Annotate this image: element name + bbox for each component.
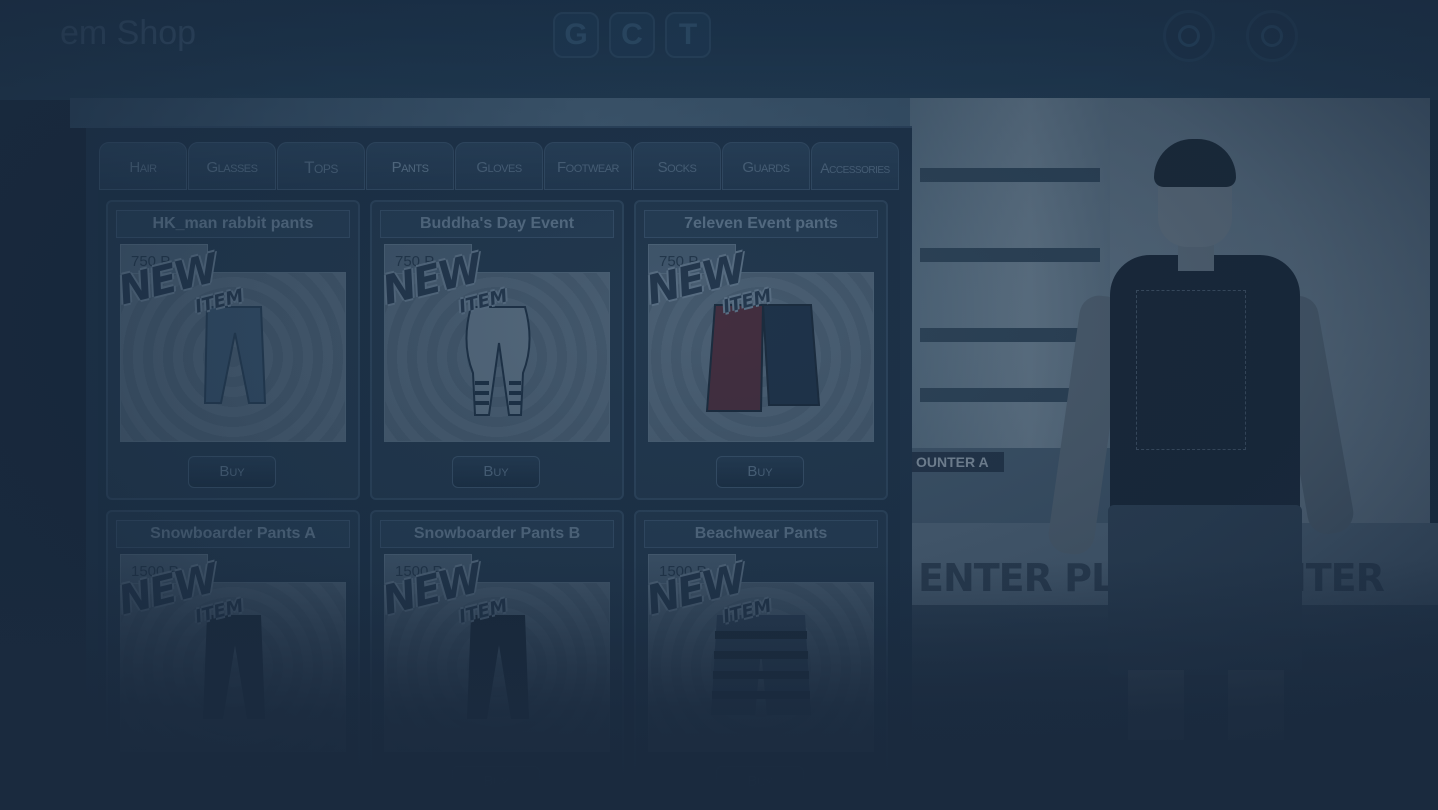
item-name: Snowboarder Pants B — [380, 520, 614, 548]
character-leg-right — [1228, 670, 1284, 740]
item-card[interactable]: HK_man rabbit pants 750 P NEW ITEM Buy — [106, 200, 360, 500]
buy-button[interactable]: Buy — [716, 766, 804, 798]
tab-accessories[interactable]: Accessories — [811, 142, 899, 190]
shirt-print — [1136, 290, 1246, 450]
page-title: em Shop — [60, 14, 197, 52]
tab-guards[interactable]: Guards — [722, 142, 810, 190]
buy-button[interactable]: Buy — [188, 766, 276, 798]
item-name: 7eleven Event pants — [644, 210, 878, 238]
tab-tops[interactable]: Tops — [277, 142, 365, 190]
character-shorts — [1108, 505, 1302, 675]
mode-button-g[interactable]: G — [553, 12, 599, 58]
buy-button[interactable]: Buy — [452, 456, 540, 488]
item-card[interactable]: Buddha's Day Event 750 P NEW ITEM Buy — [370, 200, 624, 500]
item-name: HK_man rabbit pants — [116, 210, 350, 238]
tab-socks[interactable]: Socks — [633, 142, 721, 190]
tab-pants[interactable]: Pants — [366, 142, 454, 190]
item-name: Snowboarder Pants A — [116, 520, 350, 548]
tab-gloves[interactable]: Gloves — [455, 142, 543, 190]
mode-button-c[interactable]: C — [609, 12, 655, 58]
game-screen: OUNTER A ENTER PLAY ENTER PLAY em Shop G… — [0, 0, 1438, 810]
tab-hair[interactable]: Hair — [99, 142, 187, 190]
character-leg-left — [1128, 670, 1184, 740]
buy-button[interactable]: Buy — [188, 456, 276, 488]
item-card[interactable]: 7eleven Event pants 750 P NEW ITEM Buy — [634, 200, 888, 500]
tab-footwear[interactable]: Footwear — [544, 142, 632, 190]
divider — [80, 66, 1360, 70]
buy-button[interactable]: Buy — [716, 456, 804, 488]
character-hair — [1154, 139, 1236, 187]
settings-icon[interactable] — [1246, 10, 1298, 62]
store-sign: OUNTER A — [912, 452, 1004, 472]
item-card[interactable]: Beachwear Pants 1500 P NEW ITEM Buy — [634, 510, 888, 810]
tab-glasses[interactable]: Glasses — [188, 142, 276, 190]
mode-button-t[interactable]: T — [665, 12, 711, 58]
item-name: Beachwear Pants — [644, 520, 878, 548]
coin-icon[interactable] — [1163, 10, 1215, 62]
buy-button[interactable]: Buy — [452, 766, 540, 798]
title-bar: em Shop G C T — [0, 0, 1438, 70]
item-card[interactable]: Snowboarder Pants B 1500 P NEW ITEM Buy — [370, 510, 624, 810]
character-preview[interactable] — [1040, 135, 1370, 740]
item-name: Buddha's Day Event — [380, 210, 614, 238]
item-card[interactable]: Snowboarder Pants A 1500 P NEW ITEM Buy — [106, 510, 360, 810]
